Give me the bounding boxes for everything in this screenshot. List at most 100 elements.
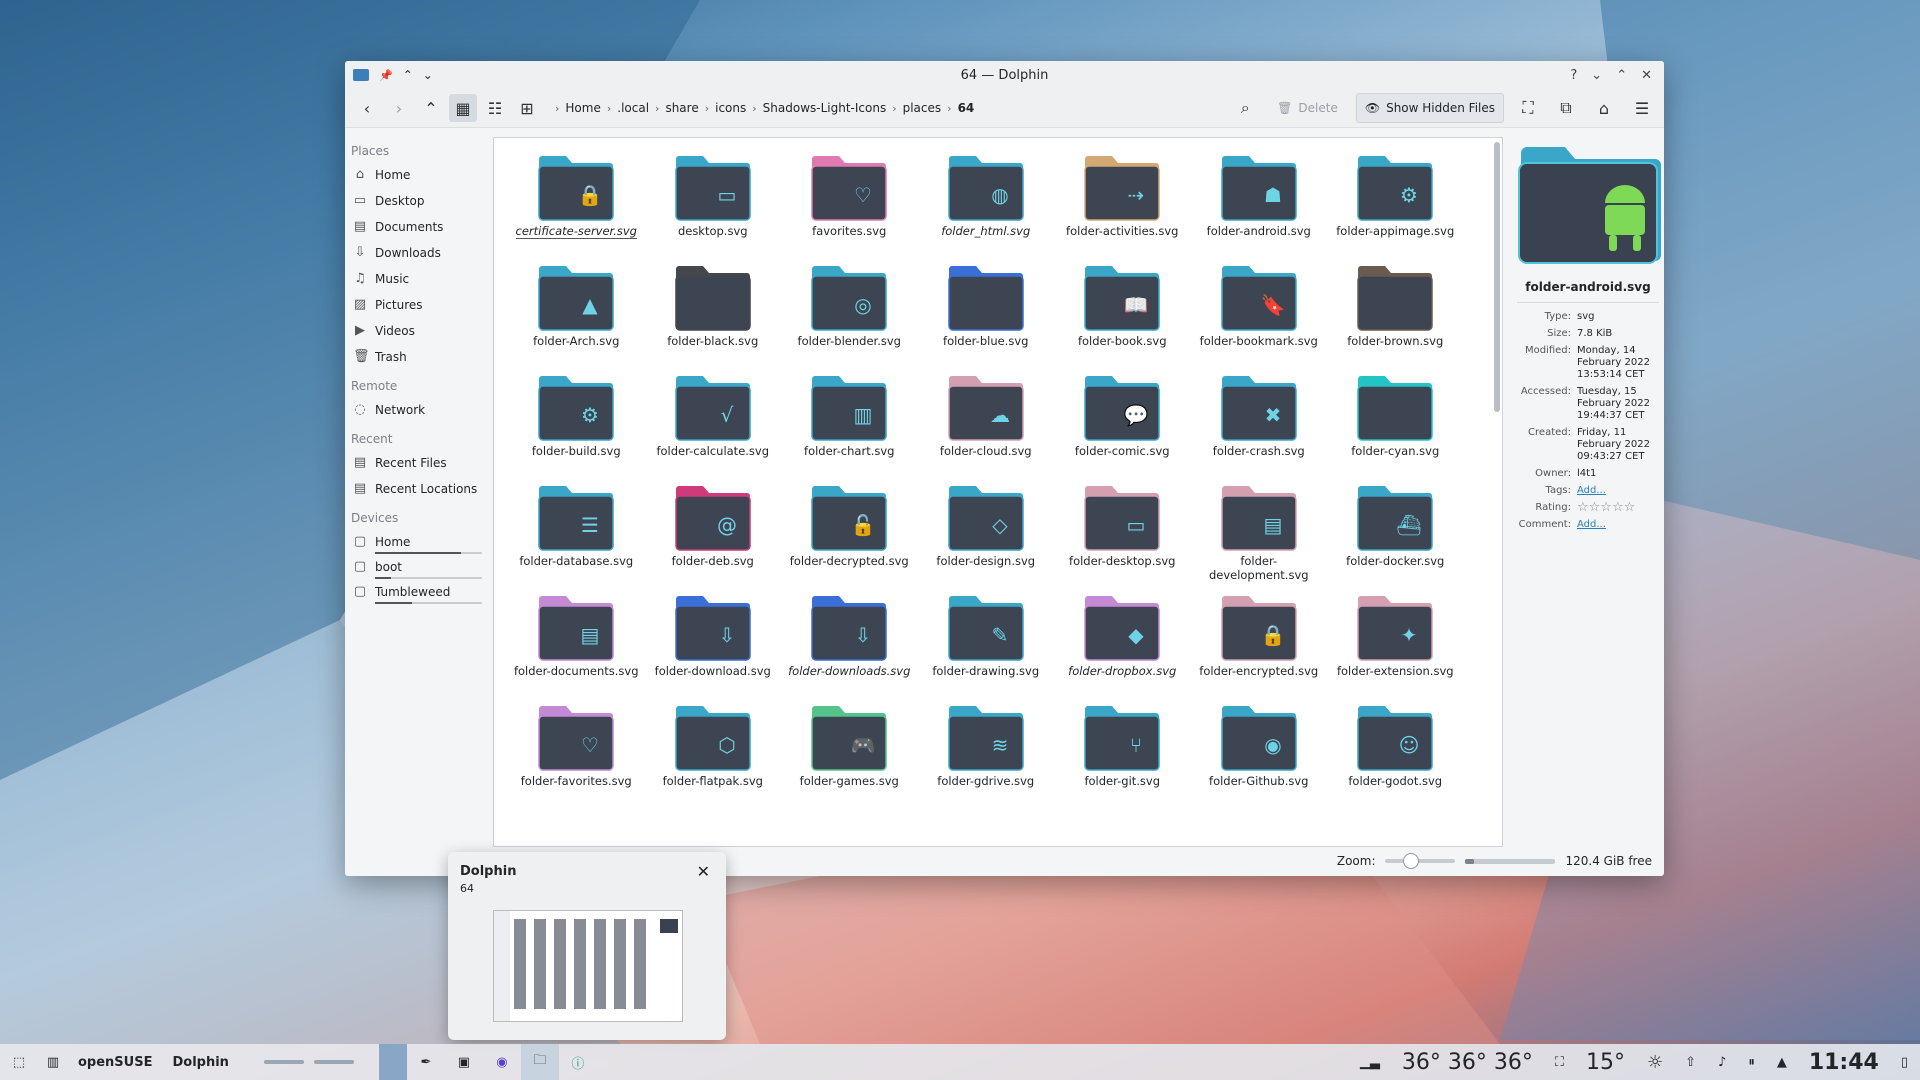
sidebar-item-downloads[interactable]: ⇩ Downloads: [345, 240, 490, 266]
rating-stars[interactable]: ☆☆☆☆☆: [1577, 501, 1663, 514]
breadcrumb-item[interactable]: 64: [958, 101, 975, 115]
file-item[interactable]: 🔓 folder-decrypted.svg: [781, 480, 918, 590]
file-item[interactable]: ⬡ folder-flatpak.svg: [645, 700, 782, 810]
file-item[interactable]: ☰ folder-database.svg: [508, 480, 645, 590]
hamburger-menu-icon[interactable]: ☰: [1628, 94, 1656, 122]
temperature-readout[interactable]: 36° 36° 36°: [1402, 1050, 1533, 1075]
file-item[interactable]: ▲ folder-Arch.svg: [508, 260, 645, 370]
sidebar-item-desktop[interactable]: ▭ Desktop: [345, 188, 490, 214]
terminal-task-icon[interactable]: ▣: [445, 1044, 483, 1080]
close-icon[interactable]: ✕: [1641, 68, 1652, 83]
file-item[interactable]: ☺ folder-godot.svg: [1327, 700, 1464, 810]
breadcrumb-item[interactable]: Home: [565, 101, 600, 115]
active-app-title[interactable]: Dolphin: [162, 1044, 238, 1080]
file-item[interactable]: ▭ folder-desktop.svg: [1054, 480, 1191, 590]
file-item[interactable]: 🔖 folder-bookmark.svg: [1191, 260, 1328, 370]
file-item[interactable]: ▤ folder-documents.svg: [508, 590, 645, 700]
sidebar-item-recent-locations[interactable]: ▤ Recent Locations: [345, 476, 490, 502]
breadcrumb-separator-icon[interactable]: ›: [892, 102, 896, 115]
virtual-desktop-pager[interactable]: [239, 1044, 379, 1080]
file-item[interactable]: ☗ folder-android.svg: [1191, 150, 1328, 260]
file-item[interactable]: folder-brown.svg: [1327, 260, 1464, 370]
file-item[interactable]: ◉ folder-Github.svg: [1191, 700, 1328, 810]
weather-icon[interactable]: ☼: [1647, 1052, 1663, 1073]
sidebar-item-videos[interactable]: ▶ Videos: [345, 318, 490, 344]
file-item[interactable]: 💬 folder-comic.svg: [1054, 370, 1191, 480]
tray-expand-icon[interactable]: ▲: [1777, 1055, 1787, 1070]
file-item[interactable]: folder-cyan.svg: [1327, 370, 1464, 480]
pager-icon[interactable]: ▥: [38, 1044, 68, 1080]
scrollbar[interactable]: [1494, 142, 1500, 412]
firefox-task-icon[interactable]: ◉: [483, 1044, 521, 1080]
application-launcher-icon[interactable]: ⬚: [0, 1044, 38, 1080]
inkscape-task-icon[interactable]: ✒: [407, 1044, 445, 1080]
file-item[interactable]: 🔒 folder-encrypted.svg: [1191, 590, 1328, 700]
breadcrumb-item[interactable]: .local: [617, 101, 649, 115]
file-item[interactable]: ≋ folder-gdrive.svg: [918, 700, 1055, 810]
back-icon[interactable]: ‹: [353, 94, 381, 122]
file-item[interactable]: ◍ folder_html.svg: [918, 150, 1055, 260]
file-item[interactable]: ☁ folder-cloud.svg: [918, 370, 1055, 480]
breadcrumb-separator-icon[interactable]: ›: [705, 102, 709, 115]
tags-link[interactable]: Add...: [1577, 485, 1606, 496]
breadcrumb-separator-icon[interactable]: ›: [947, 102, 951, 115]
breadcrumb-item[interactable]: Shadows-Light-Icons: [763, 101, 887, 115]
file-view[interactable]: 🔒 certificate-server.svg ▭ desktop.svg ♡ favo…: [493, 137, 1503, 847]
breadcrumb-item[interactable]: icons: [715, 101, 746, 115]
comment-link[interactable]: Add...: [1577, 519, 1606, 530]
file-item[interactable]: ◇ folder-design.svg: [918, 480, 1055, 590]
breadcrumb-separator-icon[interactable]: ›: [607, 102, 611, 115]
file-item[interactable]: ▭ desktop.svg: [645, 150, 782, 260]
sidebar-item-trash[interactable]: 🗑 Trash: [345, 344, 490, 370]
breadcrumb-separator-icon[interactable]: ›: [655, 102, 659, 115]
breadcrumb-item[interactable]: share: [665, 101, 698, 115]
split-view-icon[interactable]: ⧉: [1552, 94, 1580, 122]
clock[interactable]: 11:44: [1809, 1050, 1879, 1075]
keep-above-icon[interactable]: ⌃: [403, 68, 413, 82]
compact-view-icon[interactable]: ☷: [481, 94, 509, 122]
file-item[interactable]: ▥ folder-chart.svg: [781, 370, 918, 480]
file-item[interactable]: ♡ folder-favorites.svg: [508, 700, 645, 810]
media-pause-icon[interactable]: ⏸: [1748, 1055, 1755, 1070]
dolphin-task-icon[interactable]: 🗀: [520, 1044, 559, 1080]
icons-view-icon[interactable]: ▦: [449, 94, 477, 122]
desktop-pager-active[interactable]: [378, 1044, 407, 1080]
help-icon[interactable]: ?: [1570, 68, 1577, 83]
up-icon[interactable]: ⌃: [417, 94, 445, 122]
kdeconnect-icon[interactable]: ⛶: [1555, 1055, 1564, 1070]
file-item[interactable]: @ folder-deb.svg: [645, 480, 782, 590]
zoom-slider-handle[interactable]: [1402, 853, 1419, 869]
maximize-icon[interactable]: ⌃: [1616, 68, 1627, 83]
volume-icon[interactable]: ♪: [1718, 1055, 1726, 1070]
home-icon[interactable]: ⌂: [1590, 94, 1618, 122]
breadcrumb-separator-icon[interactable]: ›: [555, 102, 559, 115]
file-item[interactable]: folder-blue.svg: [918, 260, 1055, 370]
details-view-icon[interactable]: ⊞: [513, 94, 541, 122]
close-icon[interactable]: ✕: [697, 862, 710, 881]
file-item[interactable]: ⚙ folder-build.svg: [508, 370, 645, 480]
file-item[interactable]: folder-black.svg: [645, 260, 782, 370]
file-item[interactable]: ⚙ folder-appimage.svg: [1327, 150, 1464, 260]
file-item[interactable]: ⇢ folder-activities.svg: [1054, 150, 1191, 260]
file-item[interactable]: ✎ folder-drawing.svg: [918, 590, 1055, 700]
delete-button[interactable]: 🗑 Delete: [1269, 94, 1346, 122]
zoom-slider[interactable]: [1385, 853, 1456, 869]
cpu-graph-icon[interactable]: ▁▃: [1360, 1055, 1380, 1070]
show-desktop-icon[interactable]: ▯: [1901, 1055, 1908, 1070]
show-hidden-files-button[interactable]: 👁 Show Hidden Files: [1355, 93, 1504, 123]
sidebar-item-pictures[interactable]: ▨ Pictures: [345, 292, 490, 318]
file-item[interactable]: ◆ folder-dropbox.svg: [1054, 590, 1191, 700]
breadcrumb-separator-icon[interactable]: ›: [752, 102, 756, 115]
sidebar-item-network[interactable]: ◌ Network: [345, 397, 490, 423]
sidebar-item-recent-files[interactable]: ▤ Recent Files: [345, 450, 490, 476]
file-item[interactable]: 🎮 folder-games.svg: [781, 700, 918, 810]
forward-icon[interactable]: ›: [385, 94, 413, 122]
sidebar-item-home[interactable]: ⌂ Home: [345, 162, 490, 188]
file-item[interactable]: 🔒 certificate-server.svg: [508, 150, 645, 260]
file-item[interactable]: ⇩ folder-downloads.svg: [781, 590, 918, 700]
search-icon[interactable]: ⌕: [1231, 94, 1259, 122]
info-task-icon[interactable]: ⓘ: [559, 1044, 597, 1080]
window-thumbnail[interactable]: [493, 910, 683, 1022]
pin-icon[interactable]: 📌: [379, 69, 393, 82]
weather-temperature[interactable]: 15°: [1586, 1050, 1625, 1075]
